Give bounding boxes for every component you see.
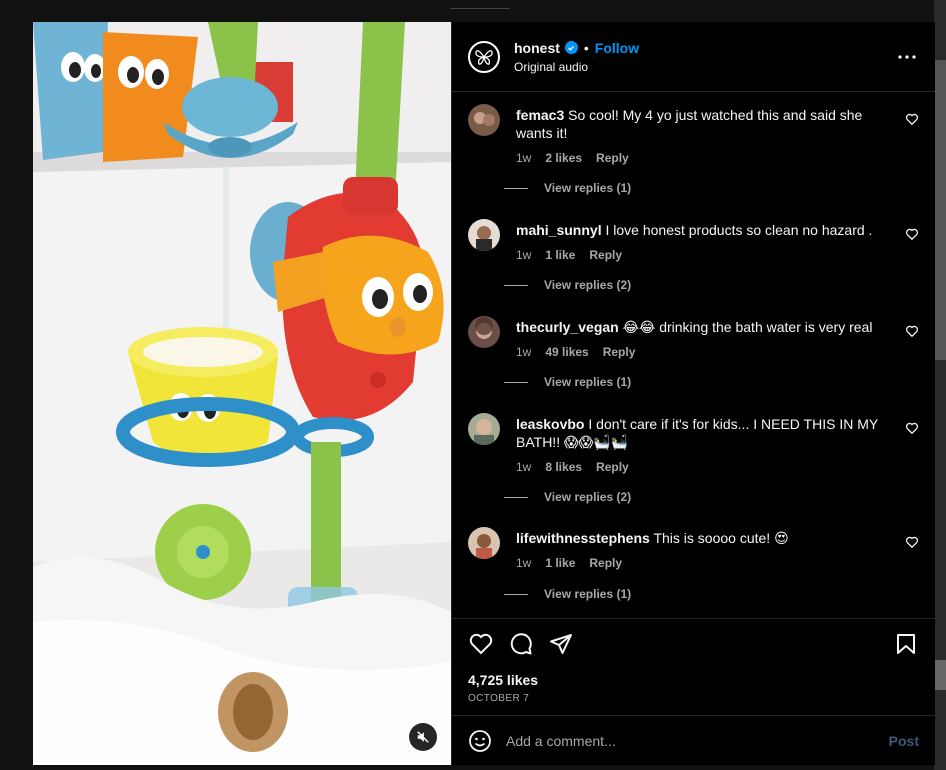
post-date[interactable]: OCTOBER 7 (468, 693, 919, 704)
post-header: honest • Follow Original audio (452, 22, 935, 92)
comment-username[interactable]: lifewithnesstephens (516, 530, 650, 546)
post-video[interactable] (33, 22, 451, 765)
comment-input[interactable] (506, 732, 889, 749)
emoji-icon[interactable] (468, 729, 492, 753)
share-button[interactable] (548, 631, 574, 657)
mute-button[interactable] (409, 723, 437, 751)
commenter-avatar[interactable] (468, 413, 500, 445)
comment-time[interactable]: 1w (516, 246, 531, 264)
follow-button[interactable]: Follow (595, 40, 639, 56)
background-feed-edge (934, 0, 946, 770)
view-replies-button[interactable]: View replies (1) (504, 375, 631, 389)
account-avatar[interactable] (468, 40, 500, 73)
post-username[interactable]: honest (514, 40, 560, 56)
comment-like-heart-icon[interactable] (905, 227, 919, 241)
post-actions: 4,725 likes OCTOBER 7 (452, 618, 935, 715)
commenter-avatar[interactable] (468, 104, 500, 136)
post-comment-button[interactable]: Post (889, 733, 919, 749)
comment-username[interactable]: mahi_sunnyl (516, 222, 602, 238)
comment-text: 😂😂 drinking the bath water is very real (622, 319, 873, 335)
bookmark-icon (897, 634, 915, 654)
comment-likes[interactable]: 49 likes (545, 343, 588, 361)
comment-composer: Post (452, 715, 935, 765)
view-replies-button[interactable]: View replies (2) (504, 278, 631, 292)
verified-icon (564, 41, 578, 54)
comments-list: femac3 So cool! My 4 yo just watched thi… (452, 93, 935, 618)
like-button[interactable] (468, 631, 494, 657)
reply-button[interactable]: Reply (589, 554, 622, 572)
comment-text: I love honest products so clean no hazar… (605, 222, 873, 238)
comment-like-heart-icon[interactable] (905, 421, 919, 435)
view-replies-button[interactable]: View replies (1) (504, 587, 631, 601)
view-replies-button[interactable]: View replies (1) (504, 181, 631, 195)
reply-button[interactable]: Reply (596, 458, 629, 476)
comment-icon (510, 633, 532, 655)
more-options-button[interactable] (895, 45, 919, 69)
comment-button[interactable] (508, 631, 534, 657)
carousel-indicator (450, 8, 510, 9)
save-button[interactable] (893, 631, 919, 657)
comment-text: This is soooo cute! 😍 (653, 530, 789, 546)
comment-time[interactable]: 1w (516, 458, 531, 476)
butterfly-logo-icon (475, 49, 493, 65)
comment-username[interactable]: femac3 (516, 107, 564, 123)
comment-time[interactable]: 1w (516, 554, 531, 572)
dot-separator: • (583, 39, 589, 56)
comment-likes[interactable]: 8 likes (545, 458, 582, 476)
comment-like-heart-icon[interactable] (905, 535, 919, 549)
view-replies-button[interactable]: View replies (2) (504, 490, 631, 504)
commenter-avatar[interactable] (468, 219, 500, 251)
reply-button[interactable]: Reply (603, 343, 636, 361)
comment-username[interactable]: thecurly_vegan (516, 319, 619, 335)
reply-button[interactable]: Reply (596, 149, 629, 167)
post-detail-panel: honest • Follow Original audio femac3 So (451, 22, 935, 765)
comment-time[interactable]: 1w (516, 343, 531, 361)
mute-icon (417, 731, 429, 743)
comment-like-heart-icon[interactable] (905, 324, 919, 338)
likes-count[interactable]: 4,725 likes (468, 672, 919, 688)
heart-icon (469, 633, 493, 655)
comment-likes[interactable]: 2 likes (545, 149, 582, 167)
share-icon (550, 634, 572, 654)
commenter-avatar[interactable] (468, 527, 500, 559)
comment-like-heart-icon[interactable] (905, 112, 919, 126)
reply-button[interactable]: Reply (589, 246, 622, 264)
comment-likes[interactable]: 1 like (545, 246, 575, 264)
post-header-text: honest • Follow Original audio (514, 40, 895, 74)
comment-text: So cool! My 4 yo just watched this and s… (516, 107, 863, 141)
audio-label[interactable]: Original audio (514, 60, 895, 74)
comment-likes[interactable]: 1 like (545, 554, 575, 572)
commenter-avatar[interactable] (468, 316, 500, 348)
more-options-icon (898, 54, 916, 59)
comment-time[interactable]: 1w (516, 149, 531, 167)
video-frame-image (33, 22, 451, 765)
comment-username[interactable]: leaskovbo (516, 416, 584, 432)
